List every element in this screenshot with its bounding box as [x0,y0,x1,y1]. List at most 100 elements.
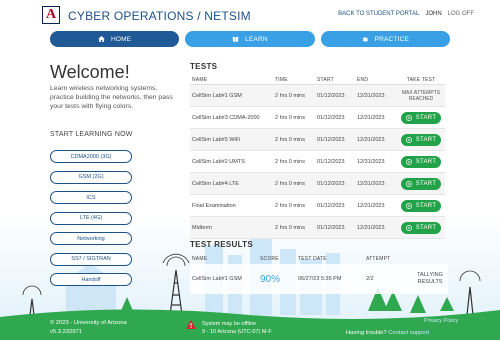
start-button-label: START [415,158,437,165]
start-button-label: START [415,180,437,187]
result-test-date: 06/27/23 5:35 PM [298,276,342,282]
test-name: CellSim Lab#5 WiFi [192,136,241,143]
user-name: JOHN [425,11,442,17]
version-text: v5.3.232971 [50,329,82,335]
test-end-date: 12/31/2023 [357,92,385,99]
puzzle-icon [362,37,368,42]
test-name: CellSim Lab#2 UMTS [192,158,245,165]
welcome-intro: Learn wireless networking systems, pract… [50,85,173,110]
start-test-button[interactable]: START [401,177,441,190]
contact-support-link[interactable]: Contact support [388,330,429,336]
result-score: 90% [260,273,281,285]
topic-button-handoff[interactable]: Handoff [50,273,132,286]
results-header-score: SCORE [260,256,279,262]
topic-button-cdma2000[interactable]: CDMA2000 (3G) [50,150,132,163]
home-icon [98,36,105,42]
start-test-button[interactable]: START [401,155,441,168]
topic-button-ss7[interactable]: SS7 / SIGTRAN [50,252,132,266]
tests-table-body: CellSim Lab#1 GSM 2 hrs 0 mins 01/12/202… [190,85,445,239]
play-icon [405,180,412,187]
nav-home-label: HOME [111,35,132,43]
nav-practice-button[interactable]: PRACTICE [320,31,450,47]
test-time: 2 hrs 0 mins [275,180,305,187]
result-status: TALLYING RESULTS [417,272,443,285]
table-row: CellSim Lab#4 LTE 2 hrs 0 mins 01/12/202… [190,173,445,195]
test-start-date: 01/12/2023 [317,224,345,231]
test-name: CellSim Lab#3 CDMA-2000 [192,114,260,121]
test-end-date: 12/31/2023 [357,158,385,165]
test-name: Midterm [192,224,212,231]
table-row: CellSim Lab#2 UMTS 2 hrs 0 mins 01/12/20… [190,151,445,173]
topic-button-networking[interactable]: Networking [50,232,132,245]
start-button-label: START [415,202,437,209]
table-row: Midterm 2 hrs 0 mins 01/12/2023 12/31/20… [190,217,445,239]
start-test-button[interactable]: START [401,199,441,212]
topic-button-lte[interactable]: LTE (4G) [50,211,132,225]
column-header-time: TIME [275,76,288,83]
privacy-policy-link[interactable]: Privacy Policy [424,318,458,324]
result-attempt: 2/2 [366,276,374,282]
nav-learn-label: LEARN [245,35,268,43]
max-attempts-note: MAX ATTEMPTS REACHED [401,89,441,102]
alert-line-1: System may be offline [202,321,257,327]
start-test-button[interactable]: START [401,221,441,234]
test-name: CellSim Lab#4 LTE [192,180,239,187]
start-test-button[interactable]: START [401,133,441,146]
nav-practice-label: PRACTICE [374,35,410,43]
results-table: NAME SCORE TEST DATE ATTEMPT CellSim Lab… [190,254,448,294]
back-to-portal-link[interactable]: BACK TO STUDENT PORTAL [338,11,419,17]
welcome-title: Welcome! [50,62,130,82]
test-start-date: 01/12/2023 [317,92,345,99]
logoff-link[interactable]: LOG OFF [448,11,474,17]
start-learning-heading: START LEARNING NOW [50,131,133,138]
test-start-date: 01/12/2023 [317,114,345,121]
tests-heading: TESTS [190,62,218,71]
footer: © 2023 - University of Arizona v5.3.2329… [0,310,500,340]
test-time: 2 hrs 0 mins [275,114,305,121]
test-name: CellSim Lab#1 GSM [192,92,242,99]
test-start-date: 01/12/2023 [317,180,345,187]
start-button-label: START [415,224,437,231]
topic-button-ics[interactable]: ICS [50,191,132,204]
table-row: CellSim Lab#1 GSM 90% 06/27/23 5:35 PM 2… [190,264,448,294]
test-time: 2 hrs 0 mins [275,202,305,209]
results-header-test-date: TEST DATE [298,256,327,262]
play-icon [405,224,412,231]
test-start-date: 01/12/2023 [317,136,345,143]
test-results-heading: TEST RESULTS [190,240,254,249]
table-row: Final Examination 2 hrs 0 mins 01/12/202… [190,195,445,217]
support-line: Having trouble? Contact support [346,330,429,336]
test-end-date: 12/31/2023 [357,180,385,187]
column-header-start: START [317,76,334,83]
tests-table-header: NAME TIME START END TAKE TEST [190,75,445,85]
test-start-date: 01/12/2023 [317,158,345,165]
play-icon [405,202,412,209]
table-row: CellSim Lab#5 WiFi 2 hrs 0 mins 01/12/20… [190,129,445,151]
nav-home-button[interactable]: HOME [50,31,180,47]
test-end-date: 12/31/2023 [357,202,385,209]
play-icon [405,158,412,165]
copyright-text: © 2023 - University of Arizona [50,320,127,326]
header: A CYBER OPERATIONS / NETSIM BACK TO STUD… [0,0,500,30]
university-logo[interactable]: A [42,6,60,24]
alert-text: System may be offline 9 - 10 Arizona (UT… [202,320,272,336]
test-time: 2 hrs 0 mins [275,92,305,99]
test-end-date: 12/31/2023 [357,224,385,231]
tests-table: NAME TIME START END TAKE TEST CellSim La… [190,75,445,239]
system-alert: System may be offline 9 - 10 Arizona (UT… [186,320,272,336]
topic-button-gsm[interactable]: GSM (2G) [50,170,132,184]
test-end-date: 12/31/2023 [357,136,385,143]
start-test-button[interactable]: START [401,111,441,124]
start-button-label: START [415,114,437,121]
table-row: CellSim Lab#1 GSM 2 hrs 0 mins 01/12/202… [190,85,445,107]
play-icon [405,114,412,121]
table-row: CellSim Lab#3 CDMA-2000 2 hrs 0 mins 01/… [190,107,445,129]
nav-learn-button[interactable]: LEARN [185,31,315,47]
warning-icon [186,320,196,329]
results-table-header: NAME SCORE TEST DATE ATTEMPT [190,254,448,264]
test-name: Final Examination [192,202,236,209]
start-button-label: START [415,136,437,143]
logo-letter: A [45,7,57,22]
book-icon [232,36,239,42]
app-title: CYBER OPERATIONS / NETSIM [68,9,251,23]
